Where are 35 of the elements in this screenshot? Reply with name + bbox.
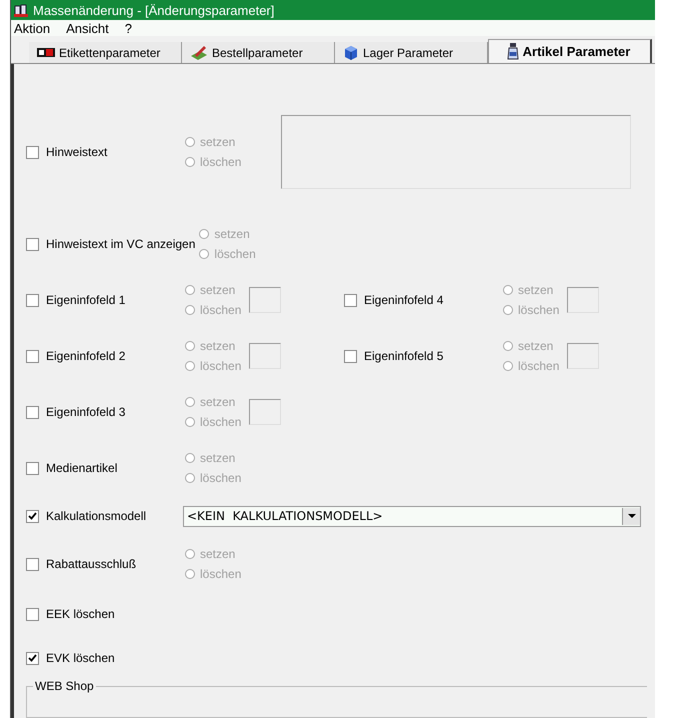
checkbox[interactable]: EVK löschen [26,651,181,665]
checkbox[interactable]: Eigeninfofeld 2 [26,349,181,363]
menu-item[interactable]: Ansicht [66,20,109,36]
check-icon [28,654,37,662]
label-icon [37,47,55,58]
pencil-icon [190,44,208,60]
tab[interactable]: Lager Parameter [335,42,488,63]
menu-item[interactable]: ? [124,20,132,36]
checkbox[interactable]: EEK löschen [26,607,181,621]
group-title: WEB Shop [33,679,96,693]
input-field[interactable] [249,399,282,425]
checkbox[interactable]: Eigeninfofeld 4 [344,293,499,307]
checkbox[interactable]: Rabattausschluß [26,557,181,571]
dropdown[interactable]: <KEIN KALKULATIONSMODELL> [183,506,641,526]
bottles-icon [14,3,28,18]
checkbox[interactable]: Hinweistext im VC anzeigen [26,237,196,251]
checkbox[interactable]: Medienartikel [26,461,181,475]
tab[interactable]: Bestellparameter [182,42,335,63]
checkbox[interactable]: Kalkulationsmodell [26,509,181,523]
tab[interactable]: Etikettenparameter [29,42,182,63]
input-field[interactable] [567,287,600,313]
input-field[interactable] [249,287,282,313]
bottle-icon [506,43,519,60]
checkbox[interactable]: Hinweistext [26,145,181,159]
input-field[interactable] [567,343,600,369]
checkbox[interactable]: Eigeninfofeld 1 [26,293,181,307]
check-icon [28,512,37,520]
caret-icon [628,514,636,518]
tab[interactable]: Artikel Parameter [488,39,652,63]
cube-icon [343,44,359,60]
input-field[interactable] [249,343,282,369]
window-title: Massenänderung - [Änderungsparameter] [33,2,274,18]
menu-item[interactable]: Aktion [14,20,50,36]
checkbox[interactable]: Eigeninfofeld 3 [26,405,181,419]
checkbox[interactable]: Eigeninfofeld 5 [344,349,499,363]
